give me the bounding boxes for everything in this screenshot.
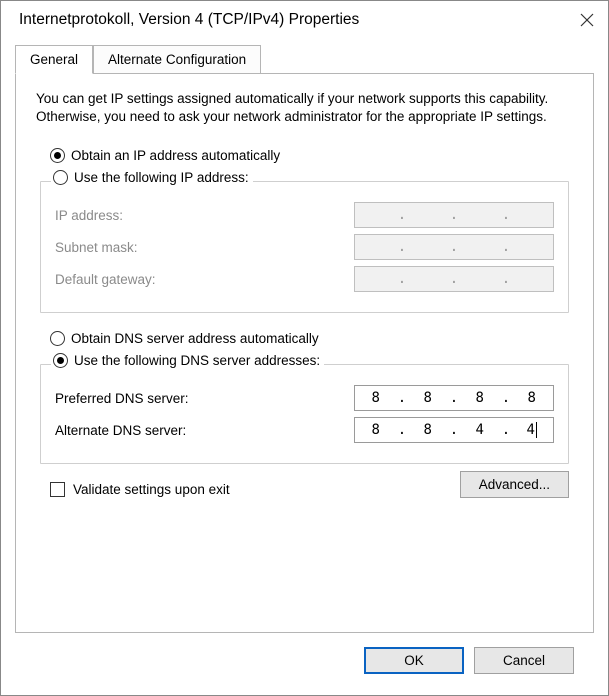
radio-use-following-ip[interactable] — [53, 170, 68, 185]
subnet-mask-input: . . . — [354, 234, 554, 260]
default-gateway-label: Default gateway: — [55, 272, 275, 287]
preferred-dns-octet-4[interactable]: 8 — [512, 390, 552, 406]
tab-general-label: General — [30, 52, 78, 67]
radio-obtain-ip-auto[interactable] — [50, 148, 65, 163]
alternate-dns-octet-4[interactable]: 4 — [512, 422, 552, 438]
validate-settings-checkbox[interactable] — [50, 482, 65, 497]
text-caret — [536, 422, 537, 438]
description-text: You can get IP settings assigned automat… — [36, 90, 573, 126]
radio-obtain-dns-auto[interactable] — [50, 331, 65, 346]
radio-obtain-ip-auto-label: Obtain an IP address automatically — [71, 148, 280, 163]
ip-address-input: . . . — [354, 202, 554, 228]
radio-obtain-dns-auto-label: Obtain DNS server address automatically — [71, 331, 319, 346]
tab-strip: General Alternate Configuration — [15, 45, 594, 73]
alternate-dns-octet-1[interactable]: 8 — [356, 422, 396, 438]
alternate-dns-octet-3[interactable]: 4 — [460, 422, 500, 438]
alternate-dns-input[interactable]: 8. 8. 4. 4 — [354, 417, 554, 443]
ok-button-label: OK — [404, 653, 424, 668]
default-gateway-input: . . . — [354, 266, 554, 292]
preferred-dns-octet-2[interactable]: 8 — [408, 390, 448, 406]
radio-use-following-dns[interactable] — [53, 353, 68, 368]
ok-button[interactable]: OK — [364, 647, 464, 674]
preferred-dns-octet-3[interactable]: 8 — [460, 390, 500, 406]
window-title: Internetprotokoll, Version 4 (TCP/IPv4) … — [19, 11, 359, 29]
radio-use-following-dns-label: Use the following DNS server addresses: — [74, 353, 320, 368]
dns-manual-group: Use the following DNS server addresses: … — [40, 364, 569, 464]
general-panel: You can get IP settings assigned automat… — [15, 73, 594, 633]
ip-manual-group: Use the following IP address: IP address… — [40, 181, 569, 313]
alternate-dns-label: Alternate DNS server: — [55, 423, 275, 438]
preferred-dns-octet-1[interactable]: 8 — [356, 390, 396, 406]
preferred-dns-input[interactable]: 8. 8. 8. 8 — [354, 385, 554, 411]
cancel-button[interactable]: Cancel — [474, 647, 574, 674]
advanced-button-label: Advanced... — [479, 477, 550, 492]
cancel-button-label: Cancel — [503, 653, 545, 668]
tab-alternate-configuration[interactable]: Alternate Configuration — [93, 45, 261, 73]
radio-use-following-ip-label: Use the following IP address: — [74, 170, 249, 185]
validate-settings-label: Validate settings upon exit — [73, 482, 230, 497]
subnet-mask-label: Subnet mask: — [55, 240, 275, 255]
advanced-button[interactable]: Advanced... — [460, 471, 569, 498]
tab-alternate-label: Alternate Configuration — [108, 52, 246, 67]
ip-address-label: IP address: — [55, 208, 275, 223]
preferred-dns-label: Preferred DNS server: — [55, 391, 275, 406]
alternate-dns-octet-2[interactable]: 8 — [408, 422, 448, 438]
tab-general[interactable]: General — [15, 45, 93, 74]
close-icon[interactable] — [580, 13, 594, 27]
